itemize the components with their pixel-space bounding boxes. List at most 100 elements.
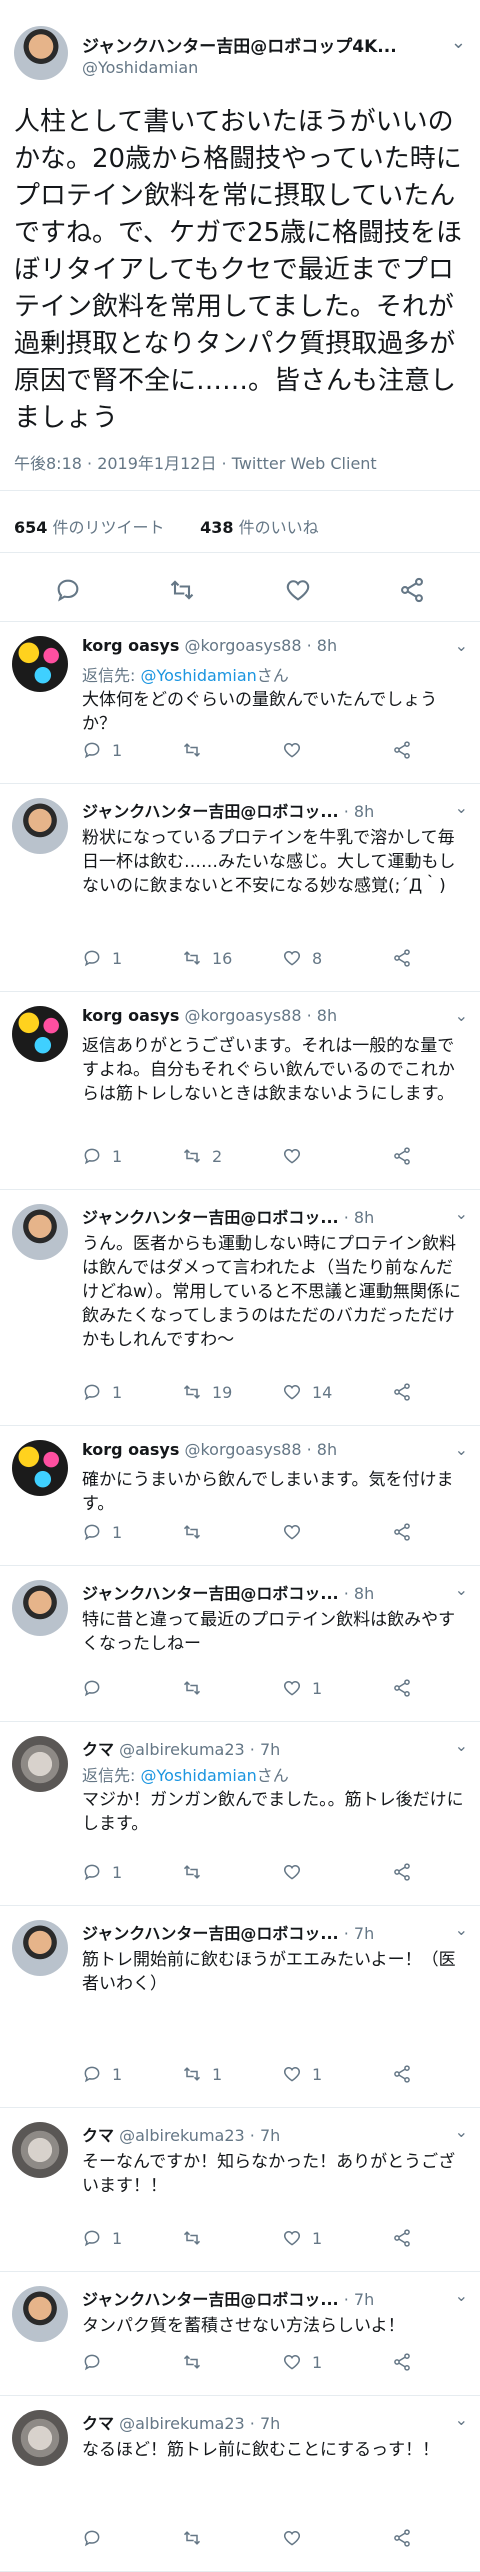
reply-button[interactable] [82, 2528, 112, 2548]
chevron-down-icon[interactable]: ⌄ [448, 1736, 468, 1755]
share-icon[interactable] [392, 2352, 412, 2372]
reply-button[interactable]: 1 [82, 2064, 122, 2084]
author-handle[interactable]: @korgoasys88 · 8h [179, 636, 337, 655]
like-icon[interactable] [282, 1522, 302, 1542]
chevron-down-icon[interactable]: ⌄ [448, 1920, 468, 1939]
retweet-button[interactable] [182, 2528, 212, 2548]
author-name[interactable]: クマ [82, 1740, 114, 1758]
author-handle[interactable]: @korgoasys88 · 8h [179, 1006, 337, 1025]
chevron-down-icon[interactable]: ⌄ [448, 1204, 468, 1223]
share-button[interactable] [392, 2228, 412, 2248]
share-icon[interactable] [392, 570, 432, 610]
reply-icon[interactable] [82, 1678, 102, 1698]
share-icon[interactable] [392, 2528, 412, 2548]
retweet-button[interactable] [182, 2352, 212, 2372]
author-name[interactable]: ジャンクハンター吉田@ロボコッ... [82, 1924, 339, 1942]
reply-icon[interactable] [82, 2064, 102, 2084]
author-name[interactable]: ジャンクハンター吉田@ロボコップ4K... [82, 32, 397, 57]
reply-button[interactable]: 1 [82, 1522, 122, 1542]
author-handle[interactable]: · 7h [339, 1924, 375, 1942]
retweet-button[interactable]: 16 [182, 948, 232, 968]
like-button[interactable]: 8 [282, 948, 322, 968]
avatar[interactable] [12, 636, 68, 692]
like-button[interactable]: 1 [282, 2228, 322, 2248]
avatar[interactable] [12, 1736, 68, 1792]
author-name[interactable]: korg oasys [82, 1006, 179, 1025]
avatar[interactable] [12, 1920, 68, 1976]
like-button[interactable]: 1 [282, 2352, 322, 2372]
like-icon[interactable] [278, 570, 318, 610]
author-name[interactable]: ジャンクハンター吉田@ロボコッ... [82, 1208, 339, 1226]
reply-icon[interactable] [48, 570, 88, 610]
chevron-down-icon[interactable]: ⌄ [448, 798, 468, 817]
retweet-icon[interactable] [182, 948, 202, 968]
avatar[interactable] [12, 1204, 68, 1260]
like-icon[interactable] [282, 2352, 302, 2372]
author-name[interactable]: ジャンクハンター吉田@ロボコッ... [82, 2290, 339, 2308]
reply-button[interactable]: 1 [82, 1862, 122, 1882]
retweet-button[interactable]: 19 [182, 1382, 232, 1402]
like-icon[interactable] [282, 740, 302, 760]
avatar[interactable] [12, 1006, 68, 1062]
like-button[interactable] [282, 2528, 312, 2548]
reply-button[interactable]: 1 [82, 740, 122, 760]
like-button[interactable]: 1 [282, 2064, 322, 2084]
author-name[interactable]: korg oasys [82, 1440, 179, 1459]
retweet-icon[interactable] [182, 1862, 202, 1882]
share-icon[interactable] [392, 2064, 412, 2084]
reply-icon[interactable] [82, 1862, 102, 1882]
share-icon[interactable] [392, 740, 412, 760]
like-button[interactable] [282, 1146, 312, 1166]
avatar[interactable] [12, 2122, 68, 2178]
retweets-link[interactable]: 654 件のリツイート [14, 518, 165, 537]
share-button[interactable] [392, 1522, 412, 1542]
author-name[interactable]: ジャンクハンター吉田@ロボコッ... [82, 1584, 339, 1602]
retweet-button[interactable]: 2 [182, 1146, 222, 1166]
share-button[interactable] [392, 740, 412, 760]
share-button[interactable] [392, 1678, 412, 1698]
like-button[interactable]: 14 [282, 1382, 332, 1402]
share-icon[interactable] [392, 1146, 412, 1166]
reply-icon[interactable] [82, 1382, 102, 1402]
chevron-down-icon[interactable]: ⌄ [448, 1440, 468, 1459]
likes-link[interactable]: 438 件のいいね [200, 518, 319, 537]
author-handle[interactable]: · 8h [339, 1208, 375, 1226]
author-name[interactable]: クマ [82, 2414, 114, 2432]
reply-button[interactable]: 1 [82, 1146, 122, 1166]
chevron-down-icon[interactable]: ⌄ [448, 1580, 468, 1599]
replying-to-user[interactable]: @Yoshidamian [140, 1766, 256, 1785]
share-button[interactable] [392, 2352, 412, 2372]
retweet-icon[interactable] [182, 1146, 202, 1166]
avatar[interactable] [14, 26, 68, 80]
avatar[interactable] [12, 2410, 68, 2466]
retweet-icon[interactable] [182, 2352, 202, 2372]
share-icon[interactable] [392, 948, 412, 968]
author-name[interactable]: korg oasys [82, 636, 179, 655]
reply-button[interactable] [82, 2352, 112, 2372]
like-button[interactable] [282, 1522, 312, 1542]
chevron-down-icon[interactable]: ⌄ [448, 2122, 468, 2141]
share-button[interactable] [392, 948, 412, 968]
share-icon[interactable] [392, 1678, 412, 1698]
chevron-down-icon[interactable]: ⌄ [448, 2286, 468, 2305]
like-icon[interactable] [282, 2064, 302, 2084]
reply-button[interactable]: 1 [82, 948, 122, 968]
avatar[interactable] [12, 1580, 68, 1636]
retweet-icon[interactable] [182, 1678, 202, 1698]
author-handle[interactable]: · 8h [339, 802, 375, 820]
author-name[interactable]: ジャンクハンター吉田@ロボコッ... [82, 802, 339, 820]
like-button[interactable]: 1 [282, 1678, 322, 1698]
reply-icon[interactable] [82, 740, 102, 760]
retweet-icon[interactable] [182, 1382, 202, 1402]
like-button[interactable] [282, 1862, 312, 1882]
reply-icon[interactable] [82, 2352, 102, 2372]
reply-icon[interactable] [82, 2528, 102, 2548]
like-icon[interactable] [282, 1678, 302, 1698]
chevron-down-icon[interactable]: ⌄ [448, 2410, 468, 2429]
avatar[interactable] [12, 2286, 68, 2342]
reply-icon[interactable] [82, 1146, 102, 1166]
reply-button[interactable] [82, 1678, 112, 1698]
like-button[interactable] [282, 740, 312, 760]
share-button[interactable] [392, 1382, 412, 1402]
reply-button[interactable]: 1 [82, 2228, 122, 2248]
